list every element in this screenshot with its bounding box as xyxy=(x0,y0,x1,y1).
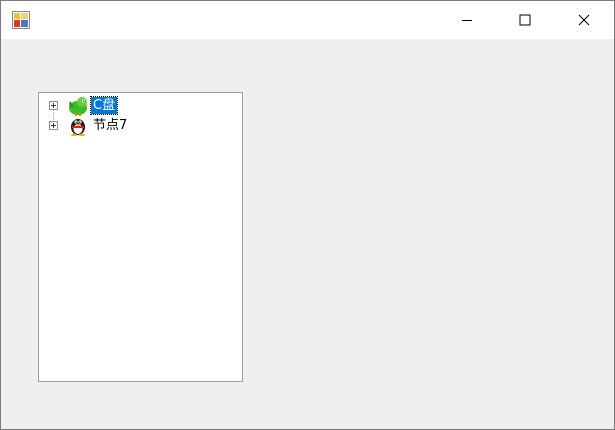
app-icon[interactable] xyxy=(12,11,30,29)
tree-view[interactable]: C盘 节点7 xyxy=(38,92,243,382)
maximize-button[interactable] xyxy=(496,1,554,39)
minimize-button[interactable] xyxy=(438,1,496,39)
expand-plus-icon[interactable] xyxy=(49,101,58,110)
minimize-icon xyxy=(462,20,472,21)
close-button[interactable] xyxy=(555,1,613,39)
tree-node-label[interactable]: 节点7 xyxy=(91,117,129,134)
close-icon xyxy=(578,14,590,26)
tree-node-label[interactable]: C盘 xyxy=(89,96,119,115)
green-bird-icon xyxy=(69,97,89,116)
expand-plus-icon[interactable] xyxy=(49,121,58,130)
app-window: C盘 节点7 xyxy=(0,0,615,430)
qq-penguin-icon xyxy=(71,119,85,136)
title-bar[interactable] xyxy=(1,1,614,39)
form-client-area: C盘 节点7 xyxy=(1,39,614,429)
tree-node[interactable]: 节点7 xyxy=(39,116,239,136)
tree-node[interactable]: C盘 xyxy=(39,96,239,116)
maximize-icon xyxy=(519,14,531,26)
